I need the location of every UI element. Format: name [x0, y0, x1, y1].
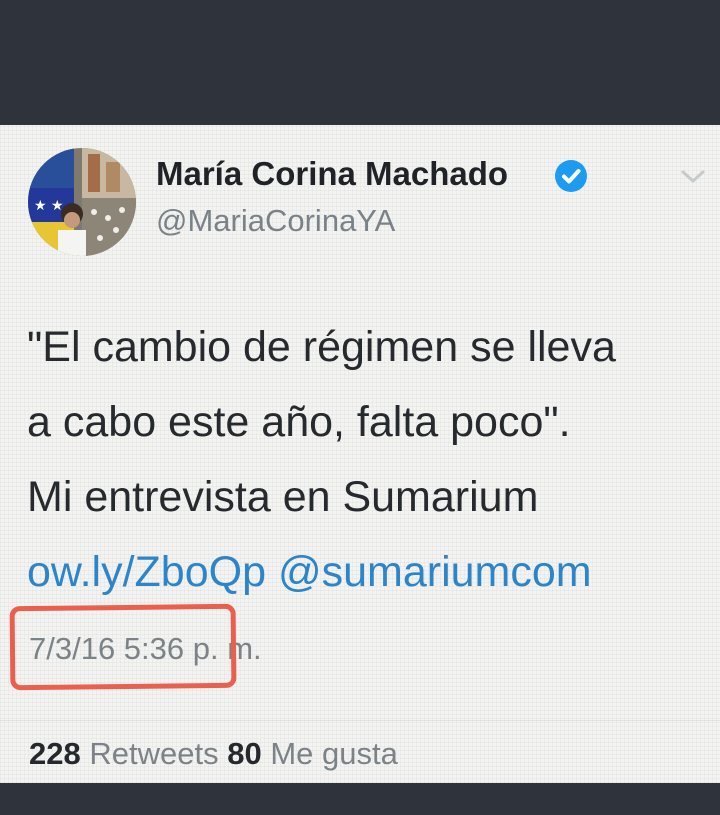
- tweet-text-line: Mi entrevista en Sumarium: [27, 473, 539, 521]
- retweets-count[interactable]: 228: [29, 736, 81, 771]
- tweet-link[interactable]: ow.ly/ZboQp @sumariumcom: [27, 535, 707, 610]
- likes-count[interactable]: 80: [227, 736, 261, 771]
- tweet-stats: 228 Retweets 80 Me gusta: [29, 736, 398, 772]
- tweet-photo: ★ ★ María Corina Machado @MariaCorinaYA …: [0, 125, 720, 783]
- divider: [0, 720, 720, 721]
- chevron-down-icon[interactable]: [680, 169, 706, 185]
- author-name[interactable]: María Corina Machado: [156, 155, 508, 193]
- svg-text:★ ★: ★ ★: [34, 198, 64, 214]
- tweet-text-line: a cabo este año, falta poco".: [27, 398, 571, 446]
- tweet-text-line: "El cambio de régimen se lleva: [27, 323, 616, 371]
- avatar-image: ★ ★: [28, 148, 136, 256]
- author-handle[interactable]: @MariaCorinaYA: [156, 203, 395, 239]
- verified-badge-icon: [555, 160, 587, 192]
- tweet-text: "El cambio de régimen se lleva a cabo es…: [27, 310, 707, 610]
- avatar[interactable]: ★ ★: [28, 148, 136, 256]
- timestamp-highlight-annotation: [9, 603, 237, 691]
- retweets-label[interactable]: Retweets: [89, 736, 218, 771]
- likes-label[interactable]: Me gusta: [270, 736, 398, 771]
